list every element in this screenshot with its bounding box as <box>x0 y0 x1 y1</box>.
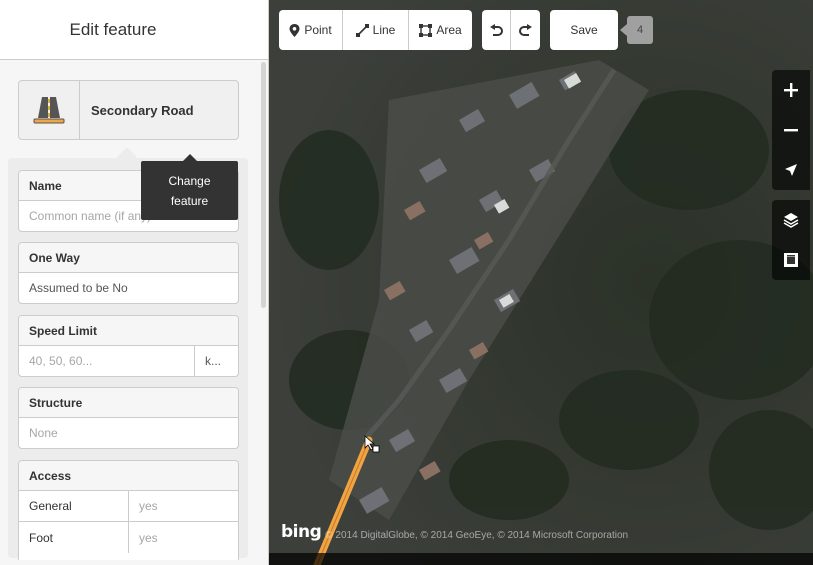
background-layers-button[interactable] <box>772 200 810 240</box>
access-general-input[interactable]: yes <box>129 491 238 521</box>
change-feature-tooltip: Change feature <box>141 161 238 220</box>
plus-icon <box>784 83 798 97</box>
undo-icon <box>489 23 503 36</box>
save-label: Save <box>570 23 598 37</box>
location-arrow-icon <box>785 164 797 176</box>
edit-count-badge: 4 <box>620 16 653 44</box>
layers-icon <box>783 213 799 228</box>
access-row: Foot yes <box>19 522 238 553</box>
tooltip-arrow <box>183 154 197 161</box>
map-canvas[interactable]: Point Line Area Save 4 bing © 2014 Digit… <box>269 0 813 565</box>
structure-select[interactable]: None <box>19 418 238 448</box>
map-data-icon <box>784 253 798 267</box>
field-access: Access General yes Foot yes <box>18 460 239 560</box>
field-structure: Structure None <box>18 387 239 449</box>
bing-logo: bing <box>281 522 322 542</box>
inspector-header: Edit feature <box>0 0 268 60</box>
field-maxspeed: Speed Limit 40, 50, 60... k... <box>18 315 239 377</box>
field-oneway-label: One Way <box>19 243 238 273</box>
field-oneway: One Way Assumed to be No <box>18 242 239 304</box>
add-point-button[interactable]: Point <box>279 10 343 50</box>
imagery-attribution: bing © 2014 DigitalGlobe, © 2014 GeoEye,… <box>281 522 628 542</box>
access-row-key: Foot <box>19 522 129 553</box>
add-line-button[interactable]: Line <box>343 10 409 50</box>
inspector-sidebar: Edit feature Secondary Road Name Common … <box>0 0 269 565</box>
maxspeed-unit-select[interactable]: k... <box>195 346 238 376</box>
access-row-key: General <box>19 491 129 521</box>
road-icon <box>19 81 80 139</box>
redo-button[interactable] <box>511 10 540 50</box>
oneway-checkbox[interactable]: Assumed to be No <box>19 273 238 303</box>
top-toolbar: Point Line Area Save 4 <box>269 0 813 60</box>
save-button[interactable]: Save <box>550 10 618 50</box>
zoom-in-button[interactable] <box>772 70 810 110</box>
point-icon <box>289 23 300 37</box>
imagery-copyright: © 2014 DigitalGlobe, © 2014 GeoEye, © 20… <box>325 529 629 541</box>
zoom-out-button[interactable] <box>772 110 810 150</box>
satellite-imagery <box>269 0 813 565</box>
add-area-button[interactable]: Area <box>409 10 472 50</box>
line-icon <box>355 23 369 37</box>
maxspeed-input[interactable]: 40, 50, 60... <box>19 346 195 376</box>
access-foot-input[interactable]: yes <box>129 522 238 553</box>
inspector-title: Edit feature <box>69 19 157 39</box>
tooltip-line-2: feature <box>170 193 209 208</box>
add-point-label: Point <box>304 23 332 37</box>
map-panel-controls <box>772 200 810 280</box>
map-footer <box>269 553 813 565</box>
undo-button[interactable] <box>482 10 511 50</box>
geolocate-button[interactable] <box>772 150 810 190</box>
area-icon <box>419 23 433 37</box>
preset-label: Secondary Road <box>91 102 194 118</box>
sidebar-scrollbar[interactable] <box>261 62 266 308</box>
field-access-label: Access <box>19 461 238 491</box>
map-data-button[interactable] <box>772 240 810 280</box>
tooltip-line-1: Change <box>168 173 211 188</box>
minus-icon <box>784 129 798 132</box>
undo-redo-group <box>482 10 540 50</box>
access-row: General yes <box>19 491 238 522</box>
add-line-label: Line <box>372 23 396 37</box>
preset-button[interactable]: Secondary Road <box>18 80 239 140</box>
field-maxspeed-label: Speed Limit <box>19 316 238 346</box>
add-area-label: Area <box>436 23 462 37</box>
zoom-controls <box>772 70 810 190</box>
add-feature-group: Point Line Area <box>279 10 472 50</box>
field-structure-label: Structure <box>19 388 238 418</box>
redo-icon <box>519 23 532 36</box>
